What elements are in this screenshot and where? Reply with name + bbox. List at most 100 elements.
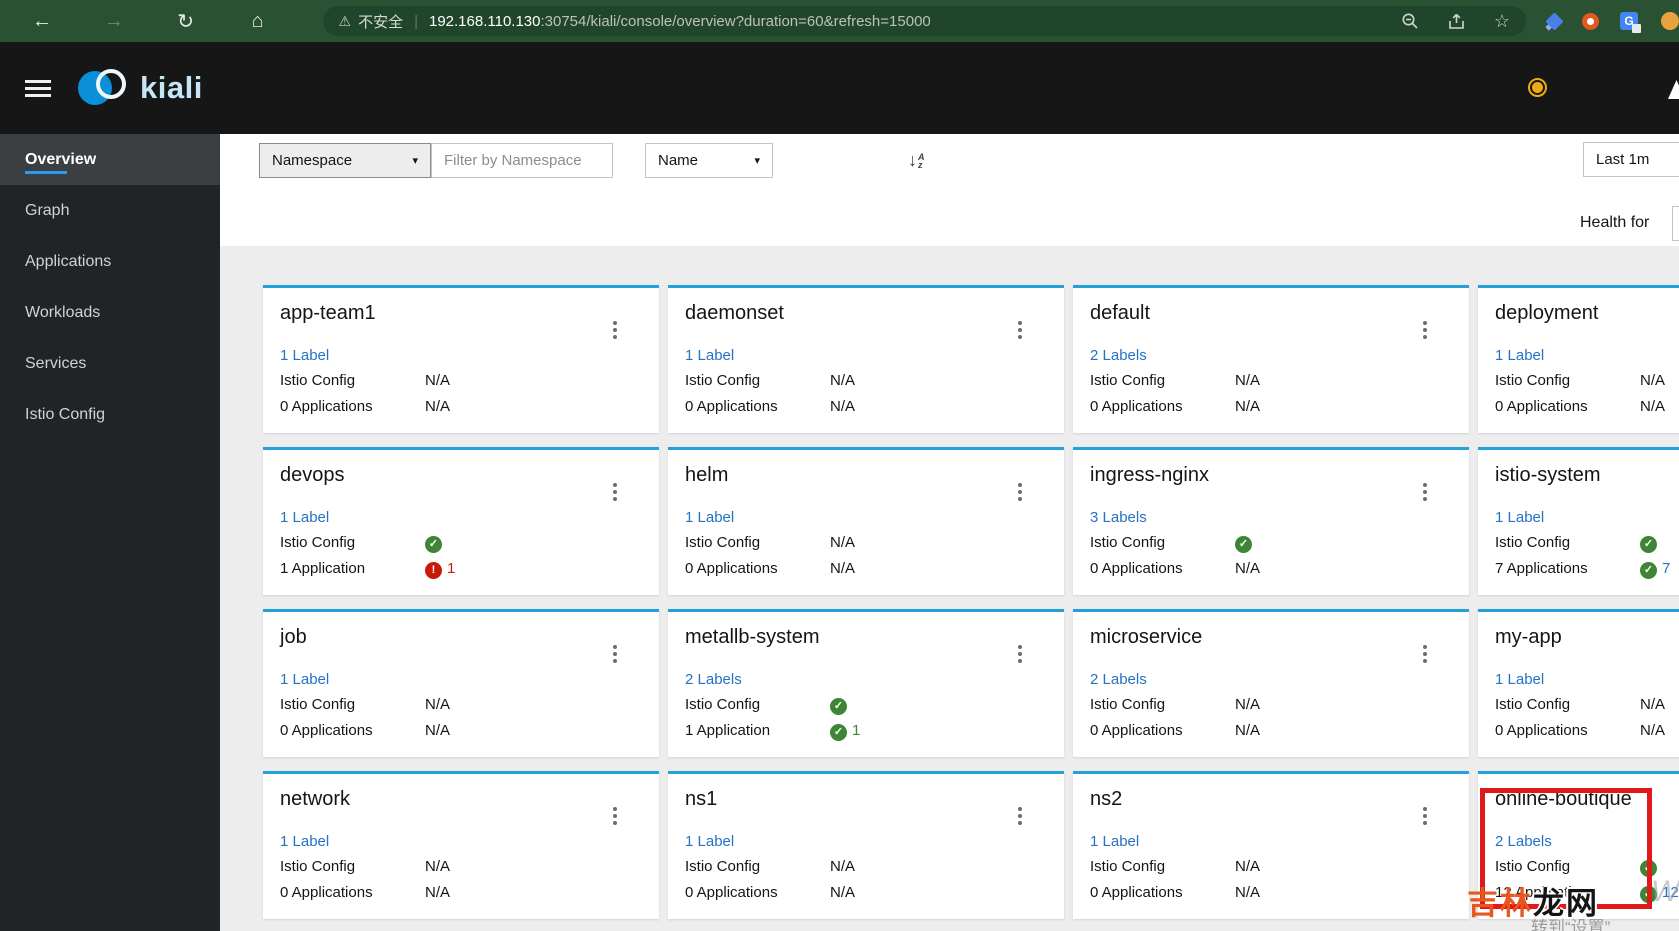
bell-icon[interactable] (1668, 80, 1679, 99)
applications-row: 0 Applications N/A (280, 397, 642, 417)
security-label[interactable]: 不安全 (358, 11, 403, 32)
kebab-menu-icon[interactable] (1423, 804, 1427, 828)
mesh-warning-status-icon[interactable] (1528, 78, 1547, 97)
kebab-menu-icon[interactable] (1018, 804, 1022, 828)
istio-config-row: Istio Config N/A (1090, 371, 1452, 391)
labels-link[interactable]: 1 Label (280, 832, 329, 852)
applications-label: 0 Applications (685, 560, 778, 577)
labels-link[interactable]: 1 Label (1495, 508, 1544, 528)
activation-watermark-fragment: Wi (1651, 875, 1679, 908)
sidebar-item-applications[interactable]: Applications (0, 236, 220, 287)
istio-config-status: ✓ (1235, 533, 1252, 553)
ok-status-icon[interactable]: ✓ (830, 723, 847, 741)
back-icon[interactable]: ← (30, 10, 54, 33)
kebab-menu-icon[interactable] (613, 318, 617, 342)
labels-link[interactable]: 1 Label (685, 508, 734, 528)
istio-config-row: Istio Config ✓ (1495, 533, 1679, 553)
kebab-menu-icon[interactable] (1423, 480, 1427, 504)
sidebar-item-workloads[interactable]: Workloads (0, 287, 220, 338)
filter-type-select[interactable]: Namespace ▾ (259, 143, 431, 178)
reload-icon[interactable]: ↻ (174, 9, 198, 34)
sidebar-item-services[interactable]: Services (0, 338, 220, 389)
share-icon[interactable] (1447, 12, 1466, 30)
labels-link[interactable]: 1 Label (685, 346, 734, 366)
applications-count[interactable]: 1 (852, 722, 860, 739)
address-bar[interactable]: ⚠ 不安全 | 192.168.110.130:30754/kiali/cons… (322, 6, 1527, 36)
extension-orange-icon[interactable] (1582, 12, 1600, 30)
istio-config-row: Istio Config N/A (280, 857, 642, 877)
applications-row: 0 Applications N/A (280, 883, 642, 903)
namespace-title: helm (685, 464, 729, 486)
sidebar-item-overview[interactable]: Overview (0, 134, 220, 185)
kebab-menu-icon[interactable] (613, 642, 617, 666)
namespace-title: network (280, 788, 351, 810)
browser-extensions: G (1545, 11, 1679, 33)
zoom-icon[interactable] (1401, 12, 1419, 30)
namespace-title: my-app (1495, 626, 1562, 648)
kebab-menu-icon[interactable] (1018, 318, 1022, 342)
sort-az-icon[interactable]: ↓ Az (908, 150, 925, 171)
labels-link[interactable]: 1 Label (1495, 346, 1544, 366)
namespace-filter-input[interactable] (431, 143, 613, 178)
labels-link[interactable]: 2 Labels (685, 670, 742, 690)
labels-link[interactable]: 2 Labels (1090, 346, 1147, 366)
ok-status-icon[interactable]: ✓ (1640, 859, 1657, 877)
applications-row: 0 Applications N/A (1090, 883, 1452, 903)
ok-status-icon[interactable]: ✓ (425, 535, 442, 553)
istio-config-row: Istio Config N/A (685, 371, 1047, 391)
applications-label: 0 Applications (1090, 884, 1183, 901)
namespace-title: daemonset (685, 302, 784, 324)
kebab-menu-icon[interactable] (1423, 642, 1427, 666)
applications-count[interactable]: 1 (447, 560, 455, 577)
namespace-card-helm: helm 1 Label Istio Config N/A 0 Applicat… (668, 447, 1064, 595)
home-icon[interactable]: ⌂ (246, 10, 270, 33)
namespace-title: ingress-nginx (1090, 464, 1209, 486)
labels-link[interactable]: 1 Label (685, 832, 734, 852)
istio-config-status: N/A (425, 372, 451, 389)
sidebar-item-istio-config[interactable]: Istio Config (0, 389, 220, 440)
applications-count[interactable]: 7 (1662, 560, 1670, 577)
istio-config-label: Istio Config (1495, 534, 1571, 551)
kebab-menu-icon[interactable] (1423, 318, 1427, 342)
bookmark-star-icon[interactable]: ☆ (1494, 12, 1510, 30)
ok-status-icon[interactable]: ✓ (1640, 561, 1657, 579)
istio-config-row: Istio Config ✓ (685, 695, 1047, 715)
applications-label: 0 Applications (1495, 398, 1588, 415)
kebab-menu-icon[interactable] (613, 804, 617, 828)
labels-link[interactable]: 2 Labels (1090, 670, 1147, 690)
forward-icon[interactable]: → (102, 10, 126, 33)
labels-link[interactable]: 1 Label (280, 670, 329, 690)
applications-status: N/A (1640, 722, 1666, 739)
extension-partial-icon[interactable] (1661, 12, 1679, 30)
sort-field-select[interactable]: Name ▾ (645, 143, 773, 178)
labels-link[interactable]: 3 Labels (1090, 508, 1147, 528)
labels-link[interactable]: 1 Label (1495, 670, 1544, 690)
applications-status: N/A (425, 398, 451, 415)
istio-config-label: Istio Config (1495, 372, 1571, 389)
kebab-menu-icon[interactable] (1018, 480, 1022, 504)
labels-link[interactable]: 1 Label (280, 508, 329, 528)
translate-extension-icon[interactable]: G (1620, 12, 1642, 33)
namespace-card-devops: devops 1 Label Istio Config ✓ 1 Applicat… (263, 447, 659, 595)
applications-status: N/A (425, 884, 451, 901)
applications-status: N/A (1640, 398, 1666, 415)
labels-link[interactable]: 1 Label (1090, 832, 1139, 852)
hamburger-menu-icon[interactable] (25, 76, 51, 101)
ok-status-icon[interactable]: ✓ (830, 697, 847, 715)
kebab-menu-icon[interactable] (613, 480, 617, 504)
extension-blue-icon[interactable] (1545, 11, 1564, 31)
applications-label: 0 Applications (1495, 722, 1588, 739)
kebab-menu-icon[interactable] (1018, 642, 1022, 666)
url-host: 192.168.110.130 (428, 12, 541, 30)
ok-status-icon[interactable]: ✓ (1640, 535, 1657, 553)
duration-select[interactable]: Last 1m ▾ (1583, 142, 1679, 177)
sidebar-item-graph[interactable]: Graph (0, 185, 220, 236)
applications-row: 0 Applications N/A (1090, 397, 1452, 417)
error-status-icon[interactable]: ! (425, 561, 442, 579)
namespace-title: metallb-system (685, 626, 820, 648)
namespace-card-ns2: ns2 1 Label Istio Config N/A 0 Applicati… (1073, 771, 1469, 919)
health-type-select[interactable] (1672, 206, 1679, 241)
labels-link[interactable]: 2 Labels (1495, 832, 1552, 852)
labels-link[interactable]: 1 Label (280, 346, 329, 366)
ok-status-icon[interactable]: ✓ (1235, 535, 1252, 553)
